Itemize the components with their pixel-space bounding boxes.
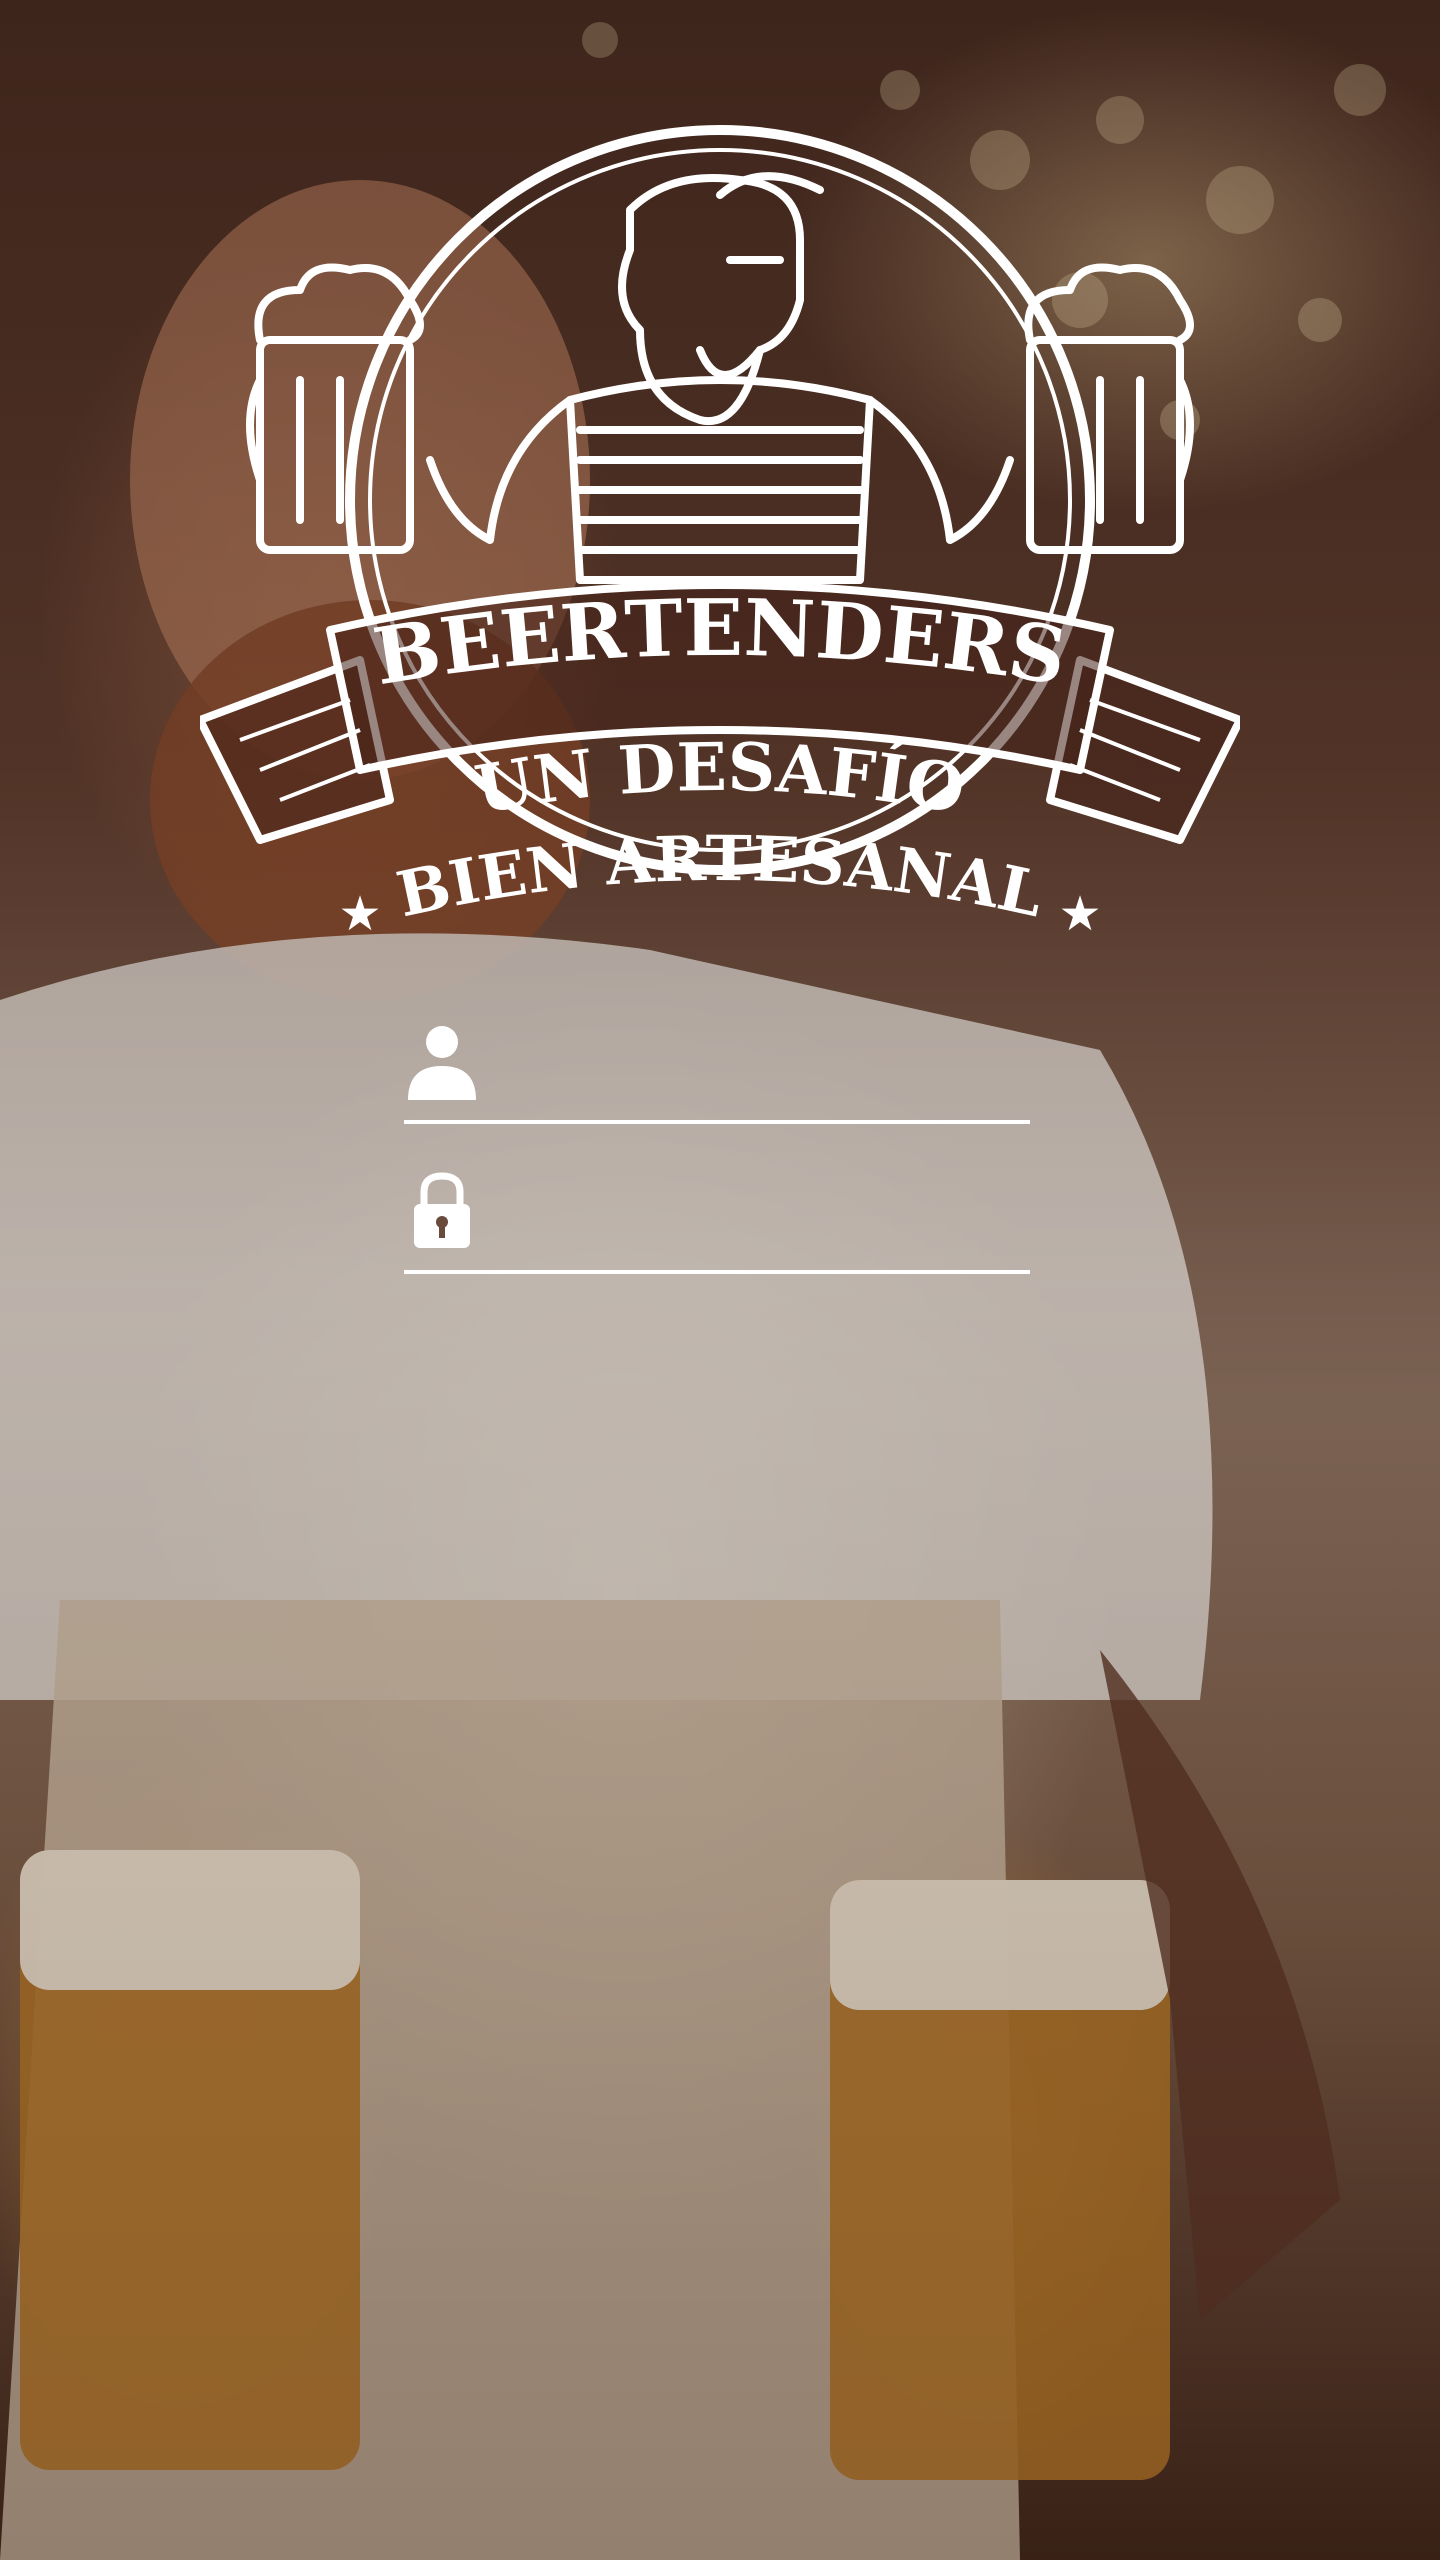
- username-input[interactable]: [504, 1042, 1028, 1104]
- star-icon: ★: [1058, 886, 1101, 942]
- username-field[interactable]: [404, 1010, 1030, 1124]
- star-icon: ★: [338, 886, 381, 942]
- lock-icon: [414, 1172, 470, 1248]
- logo-tagline-line1: UN DESAFÍO: [470, 728, 971, 829]
- password-field[interactable]: [404, 1160, 1030, 1274]
- logo-tagline-line2: BIEN ARTESANAL: [391, 822, 1050, 932]
- beertenders-logo: BEERTENDERS UN DESAFÍO BIEN ARTESANAL ★ …: [196, 100, 1244, 980]
- password-input[interactable]: [504, 1192, 1028, 1254]
- user-icon: [408, 1026, 476, 1100]
